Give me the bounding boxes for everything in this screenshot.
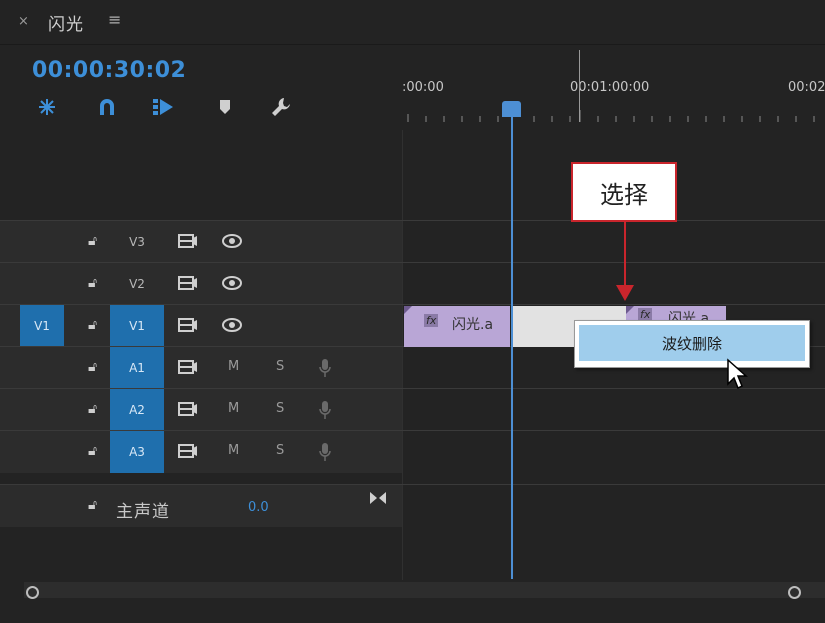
linked-selection-icon[interactable] bbox=[152, 96, 174, 118]
magnet-icon[interactable] bbox=[96, 96, 118, 118]
clip-corner-icon bbox=[404, 306, 412, 314]
track-label-v1[interactable]: V1 bbox=[110, 305, 164, 347]
playhead-line[interactable] bbox=[511, 104, 513, 579]
clip-flash-1[interactable]: fx 闪光.a bbox=[404, 306, 510, 347]
bowtie-icon[interactable] bbox=[370, 492, 386, 504]
mouse-cursor-icon bbox=[727, 358, 748, 390]
sync-lock-icon[interactable] bbox=[178, 276, 198, 290]
sync-lock-icon[interactable] bbox=[178, 318, 198, 332]
track-header-a3: 🔓︎ A3 M S bbox=[0, 431, 402, 473]
master-track-label: 主声道 bbox=[116, 502, 170, 522]
ruler-label-1min: 00:01:00:00 bbox=[570, 80, 650, 95]
track-label-a2[interactable]: A2 bbox=[110, 389, 164, 431]
track-label-a3[interactable]: A3 bbox=[110, 431, 164, 473]
solo-button[interactable]: S bbox=[276, 443, 284, 458]
ripple-delete-menu-item[interactable]: 波纹删除 bbox=[579, 325, 805, 361]
track-header-v3: 🔓︎ V3 bbox=[0, 221, 402, 263]
context-menu: 波纹删除 bbox=[574, 320, 810, 368]
eye-icon[interactable] bbox=[222, 275, 242, 291]
track-label-v2[interactable]: V2 bbox=[110, 263, 164, 305]
track-row-a3: 🔓︎ A3 M S bbox=[0, 430, 825, 473]
ruler-label-2min: 00:02 bbox=[788, 80, 825, 95]
master-volume-value[interactable]: 0.0 bbox=[248, 500, 269, 515]
track-row-v3: 🔓︎ V3 bbox=[0, 220, 825, 263]
lock-icon[interactable]: 🔓︎ bbox=[88, 317, 97, 333]
annotation-callout: 选择 bbox=[571, 162, 677, 222]
track-label-v3[interactable]: V3 bbox=[110, 221, 164, 263]
sequence-tab-title[interactable]: 闪光 bbox=[48, 10, 84, 35]
playhead-handle[interactable] bbox=[502, 101, 521, 117]
eye-icon[interactable] bbox=[222, 233, 242, 249]
sync-lock-icon[interactable] bbox=[178, 444, 198, 458]
track-label-a1[interactable]: A1 bbox=[110, 347, 164, 389]
scroll-handle-left[interactable] bbox=[26, 586, 39, 599]
header-divider bbox=[0, 44, 825, 45]
clip-name: 闪光.a bbox=[452, 317, 494, 333]
horizontal-scrollbar[interactable] bbox=[24, 582, 825, 598]
sync-lock-icon[interactable] bbox=[178, 234, 198, 248]
mute-button[interactable]: M bbox=[228, 359, 239, 374]
solo-button[interactable]: S bbox=[276, 401, 284, 416]
sync-lock-icon[interactable] bbox=[178, 360, 198, 374]
solo-button[interactable]: S bbox=[276, 359, 284, 374]
lock-icon[interactable]: 🔓︎ bbox=[88, 497, 97, 513]
track-header-v2: 🔓︎ V2 bbox=[0, 263, 402, 305]
clip-corner-icon bbox=[626, 306, 634, 314]
microphone-icon[interactable] bbox=[318, 442, 332, 462]
annotation-arrow-line bbox=[624, 222, 626, 290]
microphone-icon[interactable] bbox=[318, 400, 332, 420]
timeline-panel: × 闪光 ≡ 00:00:30:02 :00:00 00:01:00:00 00… bbox=[0, 0, 825, 623]
ruler-major-mark bbox=[579, 50, 580, 122]
track-header-master: 🔓︎ bbox=[0, 485, 402, 527]
ruler-ticks[interactable] bbox=[404, 110, 825, 122]
ruler-label-start: :00:00 bbox=[402, 80, 444, 95]
track-header-a2: 🔓︎ A2 M S bbox=[0, 389, 402, 431]
track-row-a2: 🔓︎ A2 M S bbox=[0, 388, 825, 431]
mute-button[interactable]: M bbox=[228, 443, 239, 458]
track-header-a1: 🔓︎ A1 M S bbox=[0, 347, 402, 389]
lock-icon[interactable]: 🔓︎ bbox=[88, 401, 97, 417]
add-marker-icon[interactable] bbox=[214, 96, 236, 118]
panel-menu-icon[interactable]: ≡ bbox=[108, 10, 121, 29]
lock-icon[interactable]: 🔓︎ bbox=[88, 275, 97, 291]
sync-lock-icon[interactable] bbox=[178, 402, 198, 416]
eye-icon[interactable] bbox=[222, 317, 242, 333]
playhead-timecode[interactable]: 00:00:30:02 bbox=[32, 58, 186, 83]
close-tab-icon[interactable]: × bbox=[18, 14, 29, 29]
lock-icon[interactable]: 🔓︎ bbox=[88, 359, 97, 375]
annotation-arrow-head bbox=[616, 285, 634, 301]
mute-button[interactable]: M bbox=[228, 401, 239, 416]
snap-insert-icon[interactable] bbox=[36, 96, 58, 118]
source-patch-v1[interactable]: V1 bbox=[20, 305, 64, 347]
scroll-handle-right[interactable] bbox=[788, 586, 801, 599]
track-row-v2: 🔓︎ V2 bbox=[0, 262, 825, 305]
lock-icon[interactable]: 🔓︎ bbox=[88, 233, 97, 249]
wrench-icon[interactable] bbox=[270, 96, 292, 118]
fx-badge: fx bbox=[424, 314, 439, 327]
lock-icon[interactable]: 🔓︎ bbox=[88, 443, 97, 459]
microphone-icon[interactable] bbox=[318, 358, 332, 378]
